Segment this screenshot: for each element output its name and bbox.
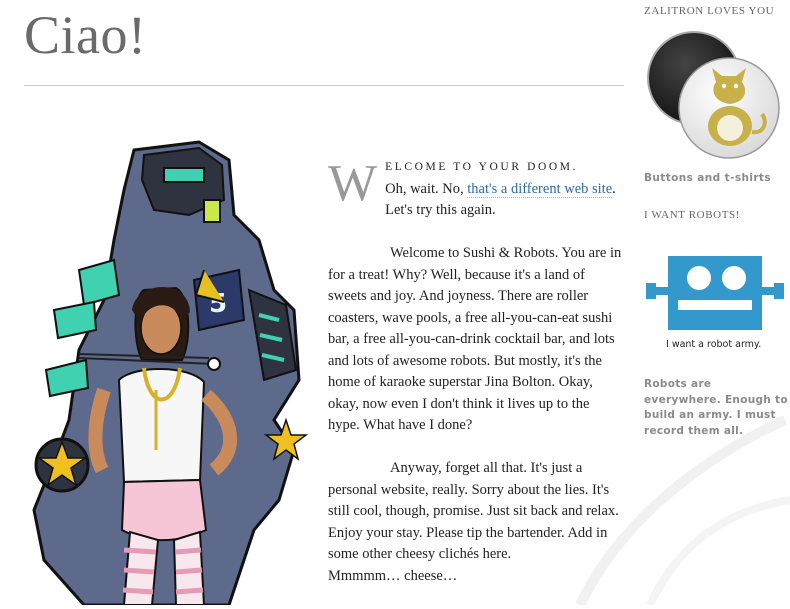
robot-girl-illustration: 5	[32, 140, 309, 605]
welcome-article: Welcome to your doom. Oh, wait. No, that…	[328, 156, 624, 609]
anyway-paragraph: Anyway, forget all that. It's just a per…	[328, 460, 619, 562]
robots-everywhere-text: Robots are everywhere. Enough to build a…	[644, 378, 788, 437]
robot-army-icon[interactable]	[644, 252, 786, 334]
badge-buttons-image[interactable]	[644, 30, 784, 160]
intro-lead: elcome to your doom.	[385, 161, 579, 173]
sidebar-heading-zalitron: Zalitron loves you	[644, 5, 775, 17]
sidebar-heading-robots: I want robots!	[644, 209, 740, 221]
welcome-paragraph: Welcome to Sushi & Robots. You are in fo…	[328, 245, 622, 433]
title-divider	[24, 85, 624, 86]
closing-line: Mmmmm… cheese…	[328, 567, 458, 584]
robot-caption: I want a robot army.	[666, 339, 762, 350]
intro-text: Oh, wait. No,	[385, 180, 468, 197]
intro-paragraph: Welcome to your doom. Oh, wait. No, that…	[328, 156, 624, 222]
drop-cap: W	[328, 155, 378, 212]
buttons-tshirts-link[interactable]: Buttons and t-shirts	[644, 172, 771, 184]
different-site-link[interactable]: that's a different web site	[467, 180, 613, 198]
page-title: Ciao!	[24, 5, 147, 65]
